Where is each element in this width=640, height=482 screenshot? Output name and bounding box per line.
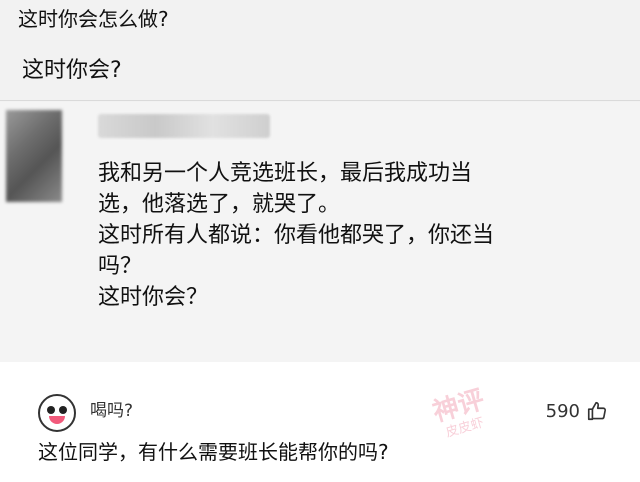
blurred-username: [98, 114, 270, 138]
avatar-left-eye: [47, 406, 55, 414]
screenshot: 这时你会怎么做? 这时你会? 我和另一个人竞选班长，最后我成功当 选，他落选了，…: [0, 0, 640, 482]
post-area: 这时你会怎么做? 这时你会? 我和另一个人竞选班长，最后我成功当 选，他落选了，…: [0, 0, 640, 362]
comment-text: 这位同学，有什么需要班长能帮你的吗?: [38, 440, 389, 464]
commenter-name[interactable]: 喝吗?: [90, 400, 133, 422]
question-title: 这时你会怎么做?: [18, 7, 169, 31]
top-comment[interactable]: 喝吗? 590 这位同学，有什么需要班长能帮你的吗?: [20, 378, 620, 474]
avatar-mouth: [49, 416, 65, 424]
content-line: 这时所有人都说：你看他都哭了，你还当: [98, 223, 495, 248]
content-line: 我和另一个人竞选班长，最后我成功当: [98, 161, 473, 186]
blurred-avatar: [6, 110, 62, 202]
embedded-post-card[interactable]: 我和另一个人竞选班长，最后我成功当 选，他落选了，就哭了。 这时所有人都说：你看…: [0, 102, 640, 362]
thumbs-up-icon[interactable]: [586, 400, 608, 422]
post-content: 我和另一个人竞选班长，最后我成功当 选，他落选了，就哭了。 这时所有人都说：你看…: [98, 158, 618, 313]
content-line: 吗？: [98, 254, 143, 279]
question-subtitle: 这时你会?: [22, 58, 122, 83]
emoji-avatar-icon[interactable]: [38, 394, 76, 432]
content-line: 这时你会？: [98, 285, 209, 310]
avatar-right-eye: [59, 406, 67, 414]
divider: [0, 100, 640, 101]
like-button[interactable]: 590: [546, 400, 608, 422]
like-count: 590: [545, 400, 580, 422]
content-line: 选，他落选了，就哭了。: [98, 192, 341, 217]
